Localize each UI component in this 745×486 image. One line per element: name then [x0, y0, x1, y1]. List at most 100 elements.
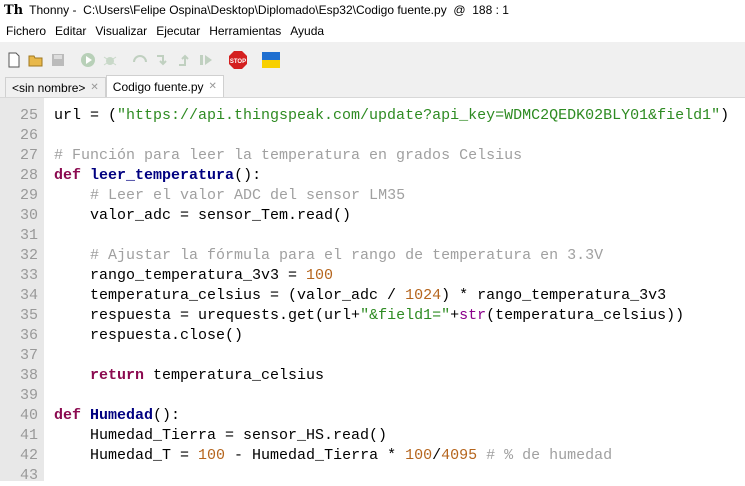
code-token: ) * rango_temperatura_3v3 [441, 287, 667, 304]
code-token: return [90, 367, 145, 384]
code-area[interactable]: url = ("https://api.thingspeak.com/updat… [44, 98, 729, 481]
step-out-icon[interactable] [176, 52, 192, 68]
line-number: 41 [19, 427, 38, 444]
save-icon[interactable] [50, 52, 66, 68]
close-icon[interactable]: ✕ [90, 82, 98, 93]
line-number: 38 [19, 367, 38, 384]
app-name: Thonny [29, 3, 70, 17]
line-number: 35 [19, 307, 38, 324]
code-line: temperatura_celsius = (valor_adc / 1024)… [54, 286, 729, 306]
code-token: (temperatura_celsius)) [486, 307, 685, 324]
code-line: Humedad_T = 100 - Humedad_Tierra * 100/4… [54, 446, 729, 466]
code-token: url = ( [54, 107, 118, 124]
debug-icon[interactable] [102, 52, 118, 68]
line-number: 30 [19, 207, 38, 224]
code-token: 1024 [405, 287, 442, 304]
tab-label: Codigo fuente.py [112, 79, 204, 94]
code-token: respuesta = urequests.get(url+ [54, 307, 361, 324]
line-number: 28 [19, 167, 38, 184]
code-token: respuesta.close() [54, 327, 244, 344]
code-line: # Ajustar la fórmula para el rango de te… [54, 246, 729, 266]
code-token: "&field1=" [360, 307, 451, 324]
code-token: 4095 [441, 447, 478, 464]
code-token: valor_adc = sensor_Tem.read() [54, 207, 352, 224]
run-icon[interactable] [80, 52, 96, 68]
code-editor[interactable]: 25 26 27 28 29 30 31 32 33 34 35 36 37 38 39 40 41 42 43 u… [0, 97, 745, 484]
code-token: ) [720, 107, 730, 124]
menu-fichero[interactable]: Fichero [2, 24, 51, 38]
title-separator: - [69, 3, 84, 17]
code-token: 100 [306, 267, 334, 284]
line-number: 27 [19, 147, 38, 164]
menu-herramientas[interactable]: Herramientas [205, 24, 286, 38]
code-line: url = ("https://api.thingspeak.com/updat… [54, 106, 729, 126]
code-token: 100 [198, 447, 226, 464]
line-number: 37 [19, 347, 38, 364]
line-number: 29 [19, 187, 38, 204]
line-number: 34 [19, 287, 38, 304]
new-file-icon[interactable] [6, 52, 22, 68]
step-over-icon[interactable] [132, 52, 148, 68]
code-token: # Función para leer la temperatura en gr… [54, 147, 523, 164]
line-number: 43 [19, 467, 38, 484]
resume-icon[interactable] [198, 52, 214, 68]
code-line: # Leer el valor ADC del sensor LM35 [54, 186, 729, 206]
code-token: # Ajustar la fórmula para el rango de te… [90, 247, 604, 264]
code-token: Humedad_T = [54, 447, 199, 464]
cursor-position: 188 : 1 [472, 3, 509, 17]
code-line: respuesta.close() [54, 326, 729, 346]
line-number: 26 [19, 127, 38, 144]
step-into-icon[interactable] [154, 52, 170, 68]
tab-label: <sin nombre> [12, 80, 86, 95]
tab-sin-nombre[interactable]: <sin nombre> ✕ [5, 77, 106, 97]
code-line: rango_temperatura_3v3 = 100 [54, 266, 729, 286]
line-number: 40 [19, 407, 38, 424]
ukraine-flag-icon[interactable] [262, 52, 280, 68]
line-number: 39 [19, 387, 38, 404]
line-number: 32 [19, 247, 38, 264]
code-token: # Leer el valor ADC del sensor LM35 [90, 187, 406, 204]
code-token: (): [153, 407, 181, 424]
svg-text:STOP: STOP [230, 59, 246, 65]
tab-codigo-fuente[interactable]: Codigo fuente.py ✕ [105, 75, 224, 97]
code-token: str [459, 307, 487, 324]
stop-icon[interactable]: STOP [228, 50, 248, 70]
close-icon[interactable]: ✕ [209, 81, 217, 92]
line-number: 42 [19, 447, 38, 464]
code-token: / [432, 447, 442, 464]
menu-bar: Fichero Editar Visualizar Ejecutar Herra… [0, 20, 745, 42]
toolbar: STOP [0, 42, 745, 78]
code-line: valor_adc = sensor_Tem.read() [54, 206, 729, 226]
title-at: @ [446, 3, 473, 17]
code-line: def Humedad(): [54, 406, 729, 426]
code-line: Humedad_Tierra = sensor_HS.read() [54, 426, 729, 446]
code-token: Humedad [90, 407, 154, 424]
menu-editar[interactable]: Editar [51, 24, 91, 38]
code-token: + [450, 307, 460, 324]
line-number-gutter: 25 26 27 28 29 30 31 32 33 34 35 36 37 38 39 40 41 42 43 [0, 98, 44, 484]
menu-ayuda[interactable]: Ayuda [286, 24, 329, 38]
code-token: # % de humedad [486, 447, 613, 464]
code-line: respuesta = urequests.get(url+"&field1="… [54, 306, 729, 326]
open-folder-icon[interactable] [28, 52, 44, 68]
code-token: leer_temperatura [90, 167, 235, 184]
code-token: (): [234, 167, 262, 184]
menu-visualizar[interactable]: Visualizar [91, 24, 152, 38]
code-line: return temperatura_celsius [54, 366, 729, 386]
tab-bar: <sin nombre> ✕ Codigo fuente.py ✕ [0, 75, 745, 97]
code-line: # Función para leer la temperatura en gr… [54, 146, 729, 166]
file-path: C:\Users\Felipe Ospina\Desktop\Diplomado… [83, 3, 447, 17]
line-number: 25 [19, 107, 38, 124]
code-line: def leer_temperatura(): [54, 166, 729, 186]
line-number: 36 [19, 327, 38, 344]
line-number: 33 [19, 267, 38, 284]
menu-ejecutar[interactable]: Ejecutar [152, 24, 205, 38]
code-token: def [54, 407, 82, 424]
